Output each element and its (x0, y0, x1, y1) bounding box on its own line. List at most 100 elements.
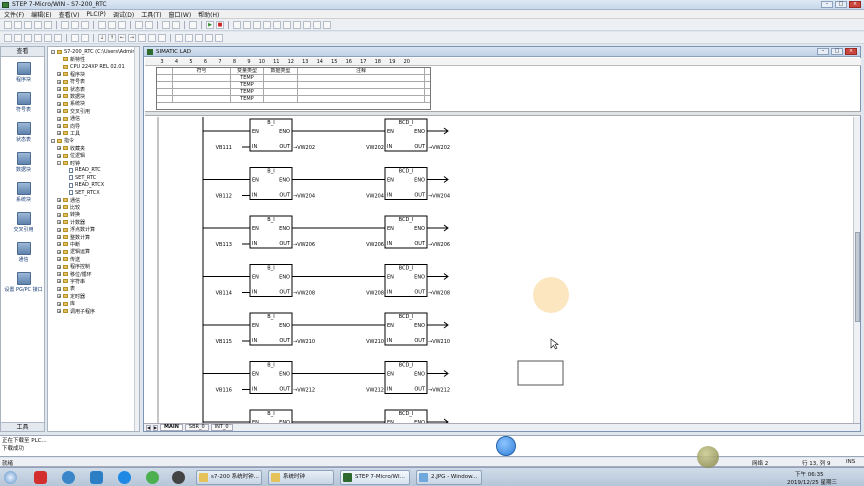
expand-icon[interactable]: + (57, 146, 61, 151)
taskbar-button-active[interactable]: STEP 7-Micro/WI... (340, 470, 410, 485)
operand-in[interactable]: VW202 (366, 145, 384, 151)
nav-item[interactable]: 交叉引用 (1, 207, 46, 237)
var-type-cell[interactable]: TEMP (231, 96, 264, 103)
sort-desc-icon[interactable] (172, 20, 180, 29)
tree-node[interactable]: + 向导 (57, 123, 80, 130)
expand-icon[interactable]: + (57, 264, 61, 269)
operand-in[interactable]: VB115 (216, 339, 232, 345)
var-symbol-cell[interactable] (173, 89, 231, 96)
tree-node[interactable]: + 收藏夹 (57, 145, 85, 152)
expand-icon[interactable]: + (57, 153, 61, 158)
menu-item[interactable]: 帮助(H) (198, 10, 219, 19)
app-blue-icon[interactable] (90, 471, 103, 484)
operand-out[interactable]: →VW206 (293, 242, 315, 248)
tree-node[interactable]: - S7-200_RTC (C:\Users\Administr (51, 49, 139, 55)
bookmark-icon[interactable] (24, 33, 32, 42)
var-datatype-cell[interactable] (264, 96, 298, 103)
operand-out[interactable]: →VW208 (428, 291, 450, 297)
network-icon[interactable] (4, 33, 12, 42)
trend-icon[interactable] (323, 20, 331, 29)
expand-icon[interactable]: + (57, 257, 61, 262)
var-comment-cell[interactable] (298, 82, 425, 89)
operand-in[interactable]: VW208 (366, 291, 384, 297)
bookmark-prev-icon[interactable] (44, 33, 52, 42)
pause-status-icon[interactable] (253, 20, 261, 29)
selection-box[interactable] (517, 360, 564, 386)
tab-main[interactable]: MAIN (160, 424, 183, 431)
expand-icon[interactable]: + (57, 227, 61, 232)
operand-in[interactable]: VB116 (216, 388, 232, 394)
nav-item[interactable]: 通信 (1, 237, 46, 267)
editor-vertical-scrollbar[interactable] (853, 117, 860, 425)
tree-node[interactable]: + 交叉引用 (57, 108, 90, 115)
tree-node[interactable]: + 整数计算 (57, 234, 90, 241)
tree-node[interactable]: - 指令 (51, 138, 74, 144)
line-up-icon[interactable]: ↑ (108, 33, 116, 42)
expand-icon[interactable]: + (57, 242, 61, 247)
operand-in[interactable]: VB112 (216, 194, 232, 200)
expand-icon[interactable]: + (57, 301, 61, 306)
new-icon[interactable] (4, 20, 12, 29)
editor-minimize-button[interactable]: – (817, 48, 829, 55)
unforce-icon[interactable] (293, 20, 301, 29)
tree-node[interactable]: + 通信 (57, 116, 80, 122)
menu-item[interactable]: PLC(P) (86, 11, 105, 18)
bookmark-clear-icon[interactable] (54, 33, 62, 42)
expand-icon[interactable]: + (57, 294, 61, 299)
contact-icon[interactable] (138, 33, 146, 42)
operand-out[interactable]: →VW212 (293, 388, 315, 394)
tree-node[interactable]: + 浮点数计算 (57, 227, 95, 233)
tree-node[interactable]: + 计数器 (57, 219, 85, 226)
line-down-icon[interactable]: ↓ (98, 33, 106, 42)
sort-asc-icon[interactable] (162, 20, 170, 29)
tree-node[interactable]: SET_RTC (63, 175, 96, 181)
undo-icon[interactable] (98, 20, 106, 29)
tree-node[interactable]: 新特性 (57, 56, 85, 63)
compile-all-icon[interactable] (118, 20, 126, 29)
var-table-row[interactable]: TEMP (157, 82, 430, 89)
chart-status-icon[interactable] (243, 20, 251, 29)
expand-icon[interactable]: + (57, 94, 61, 99)
operand-in[interactable]: VB111 (216, 145, 232, 151)
tree-node[interactable]: + 工具 (57, 130, 80, 137)
menu-item[interactable]: 查看(V) (59, 10, 80, 19)
tree-node[interactable]: + 状态表 (57, 86, 85, 93)
tree-node[interactable]: + 程序块 (57, 71, 85, 78)
var-type-cell[interactable]: TEMP (231, 89, 264, 96)
expand-icon[interactable]: + (57, 109, 61, 114)
menu-item[interactable]: 窗口(W) (169, 10, 192, 19)
minimize-button[interactable]: – (821, 1, 833, 8)
nav-item[interactable]: 符号表 (1, 87, 46, 117)
var-comment-cell[interactable] (298, 96, 425, 103)
unforce-all-icon[interactable] (303, 20, 311, 29)
tree-scrollbar[interactable] (134, 47, 139, 431)
var-type-cell[interactable]: TEMP (231, 75, 264, 82)
expand-icon[interactable]: + (57, 101, 61, 106)
tree-node[interactable]: + 系统块 (57, 101, 85, 107)
line-left-icon[interactable]: ← (118, 33, 126, 42)
tree-node[interactable]: + 位逻辑 (57, 153, 85, 159)
expand-icon[interactable]: + (57, 72, 61, 77)
expand-icon[interactable]: + (57, 198, 61, 203)
tree-node[interactable]: + 比较 (57, 204, 80, 211)
poe-comments-icon[interactable] (195, 33, 203, 42)
tab-first-arrow[interactable]: ◀ (146, 424, 151, 431)
tab-last-arrow[interactable]: ▶ (153, 424, 158, 431)
scrollbar-thumb[interactable] (855, 232, 860, 322)
expand-icon[interactable]: + (57, 116, 61, 121)
force-icon[interactable] (283, 20, 291, 29)
operand-out[interactable]: →VW204 (428, 194, 450, 200)
table-splitter[interactable] (145, 111, 861, 116)
upload-icon[interactable] (135, 20, 143, 29)
var-comment-cell[interactable] (298, 75, 425, 82)
network-comments-icon[interactable] (205, 33, 213, 42)
operand-out[interactable]: →VW202 (428, 145, 450, 151)
operand-out[interactable]: →VW204 (293, 194, 315, 200)
tree-node[interactable]: + 数据块 (57, 93, 85, 100)
var-symbol-cell[interactable] (173, 82, 231, 89)
insert-network-icon[interactable] (175, 33, 183, 42)
navigate-icon[interactable] (14, 33, 22, 42)
operand-in[interactable]: VW204 (366, 194, 384, 200)
tree-node[interactable]: + 逻辑运算 (57, 249, 90, 255)
taskbar-button[interactable]: s7-200 系统时钟... (196, 470, 262, 485)
